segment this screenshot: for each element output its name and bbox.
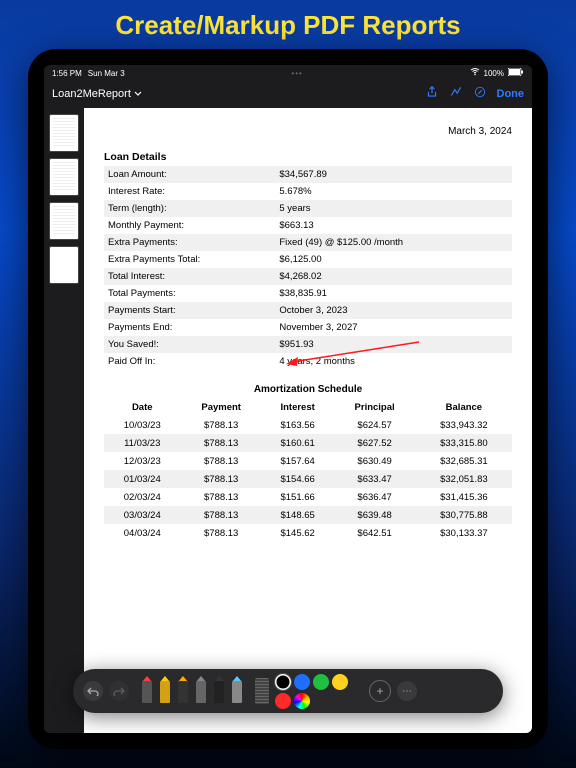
table-row: 04/03/24$788.13$145.62$642.51$30,133.37 (104, 524, 512, 542)
detail-value: $951.93 (275, 336, 512, 353)
schedule-header: Amortization Schedule (104, 384, 512, 395)
pen-tool-icon[interactable] (473, 85, 487, 102)
battery-icon (508, 68, 524, 78)
detail-value: 5 years (275, 200, 512, 217)
detail-value: $4,268.02 (275, 268, 512, 285)
document-page: March 3, 2024 Loan Details Loan Amount:$… (84, 108, 532, 733)
document-title[interactable]: Loan2MeReport (52, 88, 142, 100)
column-header: Date (104, 399, 180, 416)
color-swatch[interactable] (275, 674, 291, 690)
page-thumbnail[interactable] (49, 202, 79, 240)
pen-tool[interactable] (159, 676, 171, 706)
color-swatch[interactable] (313, 674, 329, 690)
status-bar: 1:56 PM Sun Mar 3 ••• 100% (44, 65, 532, 81)
promo-title: Create/Markup PDF Reports (0, 0, 576, 49)
markup-toolbar: + ⋯ (73, 669, 503, 713)
detail-value: October 3, 2023 (275, 302, 512, 319)
column-header: Balance (416, 399, 512, 416)
pen-tool[interactable] (141, 676, 153, 706)
detail-value: $34,567.89 (275, 166, 512, 183)
color-swatch[interactable] (275, 693, 291, 709)
detail-value: 4 years, 2 months (275, 353, 512, 370)
pen-tool[interactable] (213, 676, 225, 706)
pen-tool[interactable] (231, 676, 243, 706)
pen-tools (141, 676, 243, 706)
page-thumbnail[interactable] (49, 246, 79, 284)
status-time: 1:56 PM (52, 69, 82, 78)
detail-label: Payments Start: (104, 302, 275, 319)
detail-label: Monthly Payment: (104, 217, 275, 234)
table-row: 01/03/24$788.13$154.66$633.47$32,051.83 (104, 470, 512, 488)
pen-tool[interactable] (177, 676, 189, 706)
detail-value: $6,125.00 (275, 251, 512, 268)
add-annotation-button[interactable]: + (369, 680, 391, 702)
detail-label: Total Interest: (104, 268, 275, 285)
detail-label: Total Payments: (104, 285, 275, 302)
content-area: March 3, 2024 Loan Details Loan Amount:$… (44, 108, 532, 733)
ipad-screen: 1:56 PM Sun Mar 3 ••• 100% Loan2MeReport (44, 65, 532, 733)
detail-value: November 3, 2027 (275, 319, 512, 336)
report-date: March 3, 2024 (104, 126, 512, 137)
redo-button[interactable] (109, 681, 129, 701)
document-viewport[interactable]: March 3, 2024 Loan Details Loan Amount:$… (84, 108, 532, 733)
detail-value: 5.678% (275, 183, 512, 200)
more-options-button[interactable]: ⋯ (397, 681, 417, 701)
markup-icon[interactable] (449, 85, 463, 102)
loan-details-table: Loan Amount:$34,567.89Interest Rate:5.67… (104, 166, 512, 370)
chevron-down-icon (134, 91, 142, 97)
table-row: 12/03/23$788.13$157.64$630.49$32,685.31 (104, 452, 512, 470)
detail-value: $38,835.91 (275, 285, 512, 302)
detail-label: Extra Payments Total: (104, 251, 275, 268)
document-title-label: Loan2MeReport (52, 88, 131, 100)
table-row: 03/03/24$788.13$148.65$639.48$30,775.88 (104, 506, 512, 524)
detail-value: $663.13 (275, 217, 512, 234)
loan-details-header: Loan Details (104, 151, 512, 163)
page-thumbnail[interactable] (49, 158, 79, 196)
detail-label: Paid Off In: (104, 353, 275, 370)
pen-tool[interactable] (195, 676, 207, 706)
color-swatch[interactable] (332, 674, 348, 690)
column-header: Principal (333, 399, 415, 416)
detail-label: You Saved!: (104, 336, 275, 353)
detail-label: Extra Payments: (104, 234, 275, 251)
undo-button[interactable] (83, 681, 103, 701)
detail-label: Interest Rate: (104, 183, 275, 200)
ipad-frame: 1:56 PM Sun Mar 3 ••• 100% Loan2MeReport (28, 49, 548, 749)
column-header: Interest (262, 399, 334, 416)
detail-label: Loan Amount: (104, 166, 275, 183)
page-thumbnail-rail[interactable] (44, 108, 84, 733)
wifi-icon (470, 68, 480, 78)
amortization-table: DatePaymentInterestPrincipalBalance 10/0… (104, 399, 512, 542)
ruler-tool[interactable] (255, 678, 269, 704)
column-header: Payment (180, 399, 261, 416)
page-thumbnail[interactable] (49, 114, 79, 152)
color-swatch[interactable] (294, 674, 310, 690)
color-picker-button[interactable] (294, 693, 310, 709)
table-row: 11/03/23$788.13$160.61$627.52$33,315.80 (104, 434, 512, 452)
table-row: 02/03/24$788.13$151.66$636.47$31,415.36 (104, 488, 512, 506)
share-icon[interactable] (425, 85, 439, 102)
nav-bar: Loan2MeReport Done (44, 81, 532, 108)
detail-label: Term (length): (104, 200, 275, 217)
detail-label: Payments End: (104, 319, 275, 336)
home-indicator-dots: ••• (291, 69, 302, 78)
detail-value: Fixed (49) @ $125.00 /month (275, 234, 512, 251)
color-palette (275, 674, 363, 709)
table-row: 10/03/23$788.13$163.56$624.57$33,943.32 (104, 416, 512, 434)
battery-percent: 100% (484, 69, 504, 78)
status-date: Sun Mar 3 (88, 69, 125, 78)
done-button[interactable]: Done (497, 88, 525, 100)
